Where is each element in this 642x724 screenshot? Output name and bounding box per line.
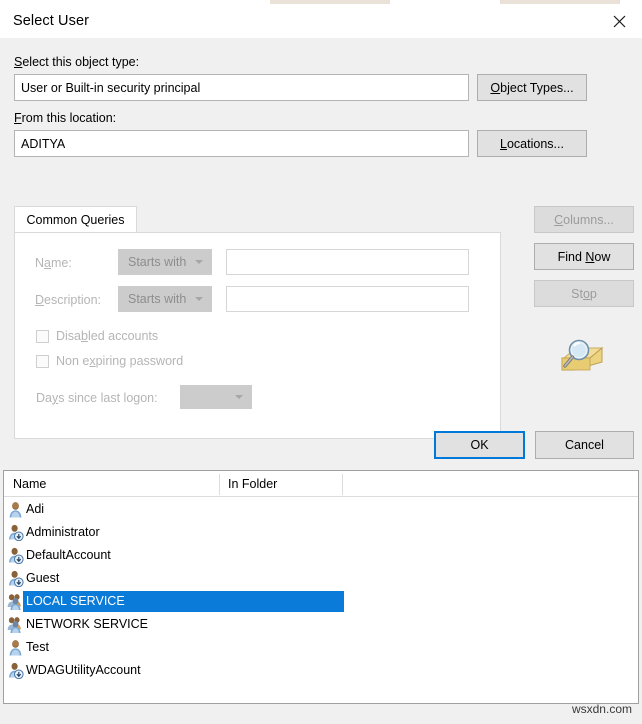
- user-disabled-icon: [7, 547, 24, 565]
- user-disabled-icon: [7, 662, 24, 680]
- tab-common-queries[interactable]: Common Queries: [14, 206, 137, 233]
- magnifier-folder-icon: [558, 336, 606, 378]
- search-results-header: Name In Folder: [4, 471, 638, 497]
- query-name-input[interactable]: [226, 249, 469, 275]
- chevron-down-icon: [195, 260, 203, 264]
- column-divider[interactable]: [219, 474, 220, 495]
- user-disabled-icon: [7, 524, 24, 542]
- location-value: ADITYA: [21, 136, 66, 151]
- query-description-condition-select[interactable]: Starts with: [118, 286, 212, 312]
- user-icon: [7, 501, 24, 518]
- object-type-label-text: elect this object type:: [22, 55, 140, 69]
- search-results-listbox[interactable]: Name In Folder Adi Administrator DefaultAc…: [3, 470, 639, 704]
- group-icon: [7, 593, 24, 610]
- column-header-name[interactable]: Name: [13, 471, 213, 497]
- ok-button[interactable]: OK: [434, 431, 525, 459]
- locations-button[interactable]: Locations...: [477, 130, 587, 157]
- watermark: wsxdn.com: [571, 702, 632, 716]
- disabled-accounts-checkbox[interactable]: [36, 330, 49, 343]
- find-now-button[interactable]: Find Now: [534, 243, 634, 270]
- object-type-value: User or Built-in security principal: [21, 80, 201, 95]
- row-name: Adi: [26, 502, 45, 516]
- column-header-in-folder[interactable]: In Folder: [228, 471, 338, 497]
- non-expiring-password-checkbox[interactable]: [36, 355, 49, 368]
- table-row[interactable]: LOCAL SERVICE: [4, 590, 638, 613]
- table-row[interactable]: NETWORK SERVICE: [4, 613, 638, 636]
- close-button[interactable]: [596, 4, 642, 38]
- query-name-condition-value: Starts with: [128, 255, 187, 269]
- object-type-label: Select this object type:: [14, 55, 140, 69]
- user-icon: [7, 639, 24, 656]
- window-title: Select User: [13, 13, 90, 29]
- table-row[interactable]: Adi: [4, 498, 638, 521]
- user-disabled-icon: [7, 570, 24, 588]
- common-queries-panel: Name: Starts with Description: Starts wi…: [14, 232, 501, 439]
- location-input[interactable]: ADITYA: [14, 130, 469, 157]
- row-name: LOCAL SERVICE: [26, 594, 125, 608]
- cancel-button-label: Cancel: [565, 438, 604, 452]
- table-row[interactable]: DefaultAccount: [4, 544, 638, 567]
- columns-button[interactable]: Columns...: [534, 206, 634, 233]
- row-name: WDAGUtilityAccount: [26, 663, 141, 677]
- query-name-condition-select[interactable]: Starts with: [118, 249, 212, 275]
- table-row[interactable]: Administrator: [4, 521, 638, 544]
- select-user-dialog: Select User Select this object type: Use…: [0, 0, 642, 724]
- row-name: Administrator: [26, 525, 100, 539]
- table-row[interactable]: Guest: [4, 567, 638, 590]
- ok-button-label: OK: [470, 438, 489, 452]
- stop-button[interactable]: Stop: [534, 280, 634, 307]
- object-types-button[interactable]: Object Types...: [477, 74, 587, 101]
- disabled-accounts-label: Disabled accounts: [56, 329, 159, 343]
- location-label-text: rom this location:: [21, 111, 117, 125]
- table-row[interactable]: WDAGUtilityAccount: [4, 659, 638, 682]
- tab-common-queries-label: Common Queries: [26, 213, 125, 227]
- query-description-label: Description:: [35, 293, 102, 307]
- title-bar: Select User: [0, 4, 642, 39]
- chevron-down-icon: [235, 395, 243, 399]
- non-expiring-password-label: Non expiring password: [56, 354, 184, 368]
- chevron-down-icon: [195, 297, 203, 301]
- query-description-input[interactable]: [226, 286, 469, 312]
- group-icon: [7, 616, 24, 633]
- object-type-input[interactable]: User or Built-in security principal: [14, 74, 469, 101]
- query-description-condition-value: Starts with: [128, 292, 187, 306]
- close-icon: [613, 15, 626, 28]
- location-label: From this location:: [14, 111, 117, 125]
- row-name: NETWORK SERVICE: [26, 617, 149, 631]
- row-name: Guest: [26, 571, 60, 585]
- days-since-last-logon-select[interactable]: [180, 385, 252, 409]
- cancel-button[interactable]: Cancel: [535, 431, 634, 459]
- table-row[interactable]: Test: [4, 636, 638, 659]
- row-name: Test: [26, 640, 49, 654]
- search-results-rows: Adi Administrator DefaultAccount Guest LOCAL…: [4, 498, 638, 682]
- row-name: DefaultAccount: [26, 548, 111, 562]
- column-divider[interactable]: [342, 474, 343, 495]
- days-since-last-logon-label: Days since last logon:: [36, 391, 158, 405]
- query-name-label: Name:: [35, 256, 72, 270]
